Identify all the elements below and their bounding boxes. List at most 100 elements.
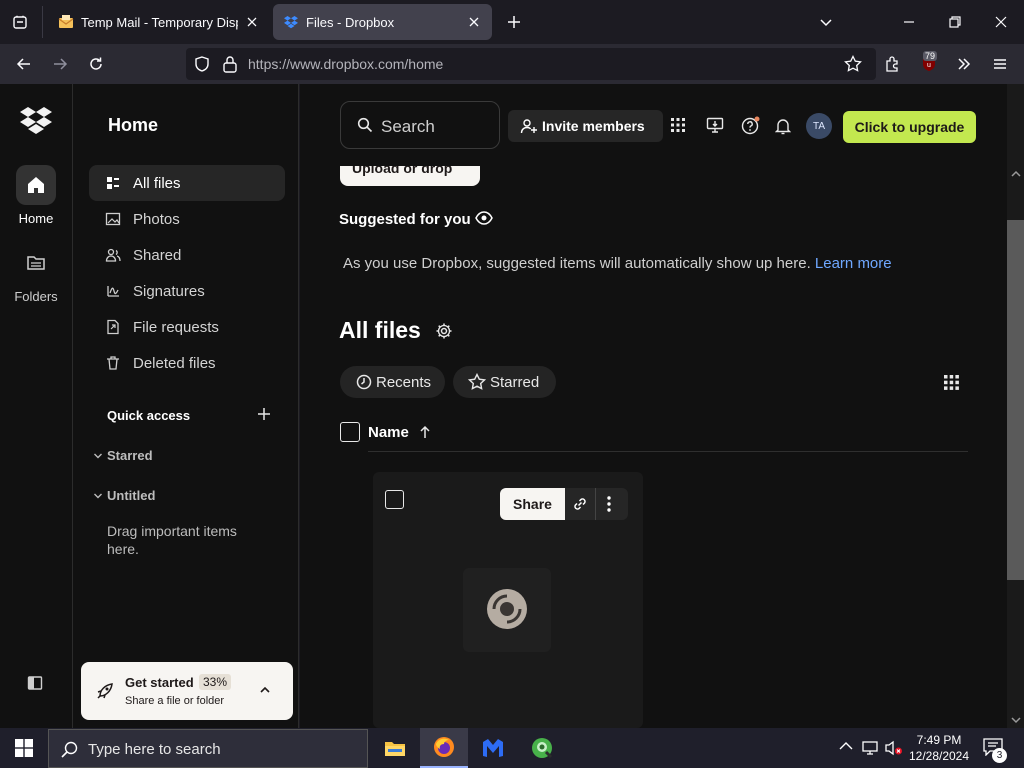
select-all-checkbox[interactable] — [340, 422, 360, 442]
bell-icon[interactable] — [775, 117, 791, 135]
starred-section-toggle[interactable]: Starred — [93, 448, 153, 463]
help-icon[interactable] — [741, 116, 761, 136]
collapse-sidebar-icon[interactable] — [27, 675, 43, 691]
untitled-label: Untitled — [107, 488, 156, 503]
malwarebytes-icon[interactable] — [469, 728, 517, 768]
tab-overview-icon[interactable] — [6, 8, 34, 36]
file-thumbnail — [463, 568, 551, 652]
rail-home-button[interactable] — [16, 165, 56, 205]
learn-more-link[interactable]: Learn more — [815, 255, 892, 272]
signature-icon — [105, 283, 121, 299]
taskbar-search-placeholder: Type here to search — [88, 741, 221, 758]
suggested-title: Suggested for you — [339, 211, 471, 228]
back-icon[interactable] — [10, 50, 38, 78]
search-placeholder: Search — [381, 117, 435, 136]
sidebar-item-label: Deleted files — [133, 354, 216, 372]
invite-members-button[interactable]: Invite members — [508, 110, 663, 142]
tab-temp-mail[interactable]: Temp Mail - Temporary Dispos — [48, 4, 270, 40]
ext-badge: 79 — [923, 51, 938, 61]
sidebar-item-shared[interactable]: Shared — [89, 237, 285, 273]
chevron-down-icon[interactable] — [812, 8, 840, 36]
scroll-thumb[interactable] — [1007, 220, 1024, 580]
grid-view-icon[interactable] — [944, 375, 959, 390]
volume-muted-icon[interactable] — [884, 740, 904, 756]
rocket-icon — [95, 681, 115, 701]
shield-icon[interactable] — [193, 55, 211, 73]
sidebar-item-label: Signatures — [133, 282, 205, 300]
chevron-down-icon — [94, 493, 102, 498]
taskbar-search[interactable]: Type here to search — [48, 729, 368, 768]
tab-title: Files - Dropbox — [306, 14, 395, 30]
tab-dropbox[interactable]: Files - Dropbox — [273, 4, 492, 40]
untitled-section-toggle[interactable]: Untitled — [93, 488, 155, 503]
more-vertical-icon[interactable] — [604, 495, 614, 513]
get-started-card[interactable]: Get started 33% Share a file or folder — [81, 662, 293, 720]
forward-icon[interactable] — [46, 50, 74, 78]
close-icon[interactable] — [466, 14, 482, 30]
restore-icon[interactable] — [941, 8, 969, 36]
sidebar-item-file-requests[interactable]: File requests — [89, 309, 285, 345]
new-tab-icon[interactable] — [500, 8, 528, 36]
chevron-up-icon[interactable] — [259, 684, 271, 696]
filter-starred[interactable]: Starred — [453, 366, 556, 398]
file-tile[interactable]: Share — [373, 472, 643, 728]
menu-icon[interactable] — [986, 50, 1014, 78]
navigation-bar: https://www.dropbox.com/home u 79 — [0, 44, 1024, 84]
avatar[interactable]: TA — [806, 113, 832, 139]
column-name-header[interactable]: Name — [368, 424, 409, 441]
chevron-down-icon — [94, 453, 102, 458]
clock-icon — [356, 374, 372, 390]
file-checkbox[interactable] — [385, 490, 404, 509]
windows-start-icon[interactable] — [0, 728, 48, 768]
url-bar[interactable]: https://www.dropbox.com/home — [186, 48, 876, 80]
close-window-icon[interactable] — [987, 8, 1015, 36]
link-icon[interactable] — [571, 495, 589, 513]
apps-grid-icon[interactable] — [670, 117, 686, 133]
files-icon — [105, 175, 121, 191]
rail-folders-label[interactable]: Folders — [0, 289, 72, 304]
folder-icon[interactable] — [26, 254, 46, 272]
minimize-icon[interactable] — [895, 8, 923, 36]
filter-label: Recents — [376, 373, 432, 391]
clock-time: 7:49 PM — [916, 733, 962, 747]
star-icon — [468, 373, 486, 390]
green-app-icon[interactable] — [518, 728, 566, 768]
eye-icon[interactable] — [475, 211, 493, 225]
extensions-icon[interactable] — [879, 50, 907, 78]
clock[interactable]: 7:49 PM 12/28/2024 — [905, 732, 973, 764]
suggested-desc: As you use Dropbox, suggested items will… — [343, 255, 811, 272]
share-button[interactable]: Share — [500, 488, 565, 520]
notification-count: 3 — [992, 748, 1007, 763]
sidebar-item-deleted-files[interactable]: Deleted files — [89, 345, 285, 381]
search-input[interactable]: Search — [340, 101, 500, 149]
sidebar-item-label: File requests — [133, 318, 219, 336]
url-text: https://www.dropbox.com/home — [248, 56, 443, 72]
reload-icon[interactable] — [82, 50, 110, 78]
sort-arrow-up-icon[interactable] — [419, 425, 431, 439]
sidebar-item-signatures[interactable]: Signatures — [89, 273, 285, 309]
file-request-icon — [105, 319, 121, 335]
firefox-taskbar-icon[interactable] — [420, 728, 468, 768]
file-explorer-icon[interactable] — [371, 728, 419, 768]
page-scrollbar[interactable] — [1007, 84, 1024, 728]
quick-access-heading: Quick access — [107, 408, 191, 423]
lock-icon[interactable] — [222, 55, 238, 73]
upgrade-button[interactable]: Click to upgrade — [843, 111, 976, 143]
network-icon[interactable] — [862, 740, 880, 756]
bookmark-star-icon[interactable] — [839, 50, 867, 78]
filter-recents[interactable]: Recents — [340, 366, 445, 398]
upload-button[interactable]: Upload or drop — [340, 166, 480, 186]
sidebar-item-all-files[interactable]: All files — [89, 165, 285, 201]
close-icon[interactable] — [244, 14, 260, 30]
scroll-up-icon[interactable] — [1011, 170, 1021, 178]
scroll-down-icon[interactable] — [1011, 716, 1021, 724]
settings-gear-icon[interactable] — [435, 322, 453, 340]
chevron-up-icon[interactable] — [839, 741, 853, 751]
overflow-chevrons-icon[interactable] — [950, 50, 978, 78]
desktop-app-icon[interactable] — [706, 117, 724, 133]
dropbox-logo-icon[interactable] — [20, 106, 52, 134]
add-quick-access-icon[interactable] — [257, 407, 271, 421]
url-path: /home — [404, 56, 444, 72]
clock-date: 12/28/2024 — [908, 749, 970, 763]
sidebar-item-photos[interactable]: Photos — [89, 201, 285, 237]
